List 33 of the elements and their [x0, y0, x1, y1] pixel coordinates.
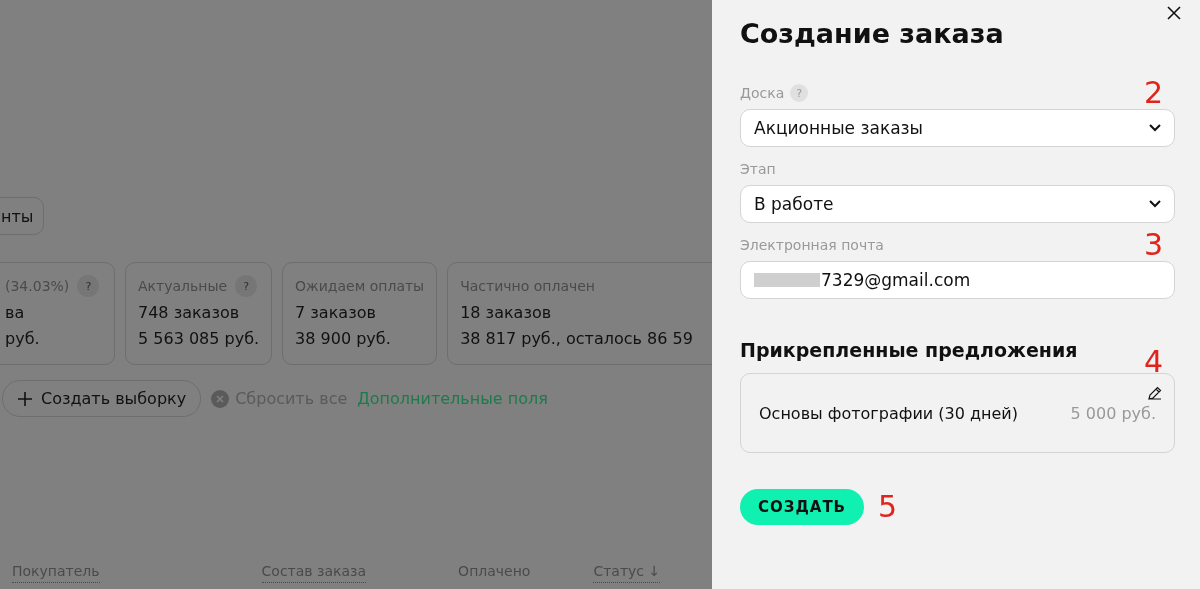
order-count: ва [5, 302, 26, 324]
chevron-down-icon [1149, 124, 1161, 132]
panel-title: Создание заказа [740, 18, 1005, 49]
annotation-number: 4 [1143, 347, 1163, 377]
dropdown[interactable]: В работе [740, 185, 1175, 223]
annotation-number: 5 [878, 492, 898, 522]
filter-chip[interactable]: нты [0, 197, 45, 235]
create-button[interactable]: СОЗДАТЬ [740, 489, 865, 525]
clear-icon [211, 389, 230, 408]
order-count: 18 заказов [460, 302, 553, 324]
order-amount: руб. [5, 328, 41, 350]
offer-name: Основы фотографии (30 дней) [759, 403, 1018, 423]
close-icon[interactable] [1167, 6, 1181, 20]
help-icon[interactable]: ? [235, 275, 258, 297]
field-label: Электронная почта [740, 237, 884, 253]
dropdown[interactable]: Акционные заказы [740, 109, 1175, 147]
order-amount: 38 900 руб. [295, 328, 392, 350]
order-count: 7 заказов [295, 302, 377, 324]
order-count: 748 заказов [138, 302, 241, 324]
help-icon[interactable]: ? [77, 275, 100, 297]
plus-icon [17, 390, 33, 407]
pencil-icon[interactable] [1147, 386, 1162, 401]
order-amount: 5 563 085 руб. [138, 328, 260, 350]
chevron-down-icon [1149, 200, 1161, 208]
field-label: Доска [740, 85, 785, 101]
annotation-number: 2 [1143, 78, 1163, 108]
create-selection-button[interactable]: Создать выборку [2, 380, 202, 417]
annotation-number: 3 [1143, 230, 1163, 260]
order-amount: 38 817 руб., осталось 86 59 [460, 328, 694, 350]
section-heading: Прикрепленные предложения [740, 339, 1078, 361]
email-field[interactable]: 7329@gmail.com [740, 261, 1175, 299]
field-label: Этап [740, 161, 776, 177]
offer-price: 5 000 руб. [1070, 403, 1156, 423]
